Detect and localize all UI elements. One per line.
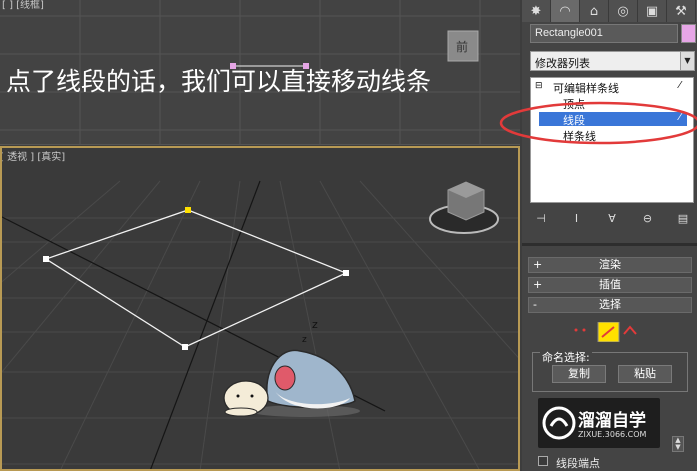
object-color-swatch[interactable]: [681, 24, 696, 43]
perspective-vertex[interactable]: [182, 344, 188, 350]
svg-text:z: z: [302, 335, 307, 345]
modifier-stack: ⊟ 可编辑样条线 ⁄ 顶点 线段 ⁄ 样条线: [530, 77, 694, 203]
selected-rectangle-segments[interactable]: [44, 209, 348, 348]
object-name-field[interactable]: Rectangle001: [530, 24, 678, 43]
rollout-rendering[interactable]: + 渲染: [528, 257, 692, 273]
stack-root-editable-spline[interactable]: 可编辑样条线: [553, 80, 619, 96]
chevron-down-icon[interactable]: ▼: [680, 51, 695, 71]
watermark-logo: 溜溜自学 ZIXUE.3066.COM: [538, 398, 660, 448]
spinner-arrows-icon[interactable]: ▲ ▼: [672, 436, 684, 452]
perspective-grid: z z: [0, 180, 520, 471]
pin-icon[interactable]: ⁄: [679, 112, 681, 123]
perspective-viewport-label[interactable]: [ 透视 ] [真实]: [0, 148, 65, 163]
rollout-interpolation-label: 插值: [599, 278, 621, 291]
spline-level-icon[interactable]: [623, 325, 637, 335]
perspective-viewport[interactable]: z z [ 透视 ] [真实]: [0, 146, 520, 471]
perspective-vertex[interactable]: [43, 256, 49, 262]
perspective-vertex[interactable]: [343, 270, 349, 276]
collapse-icon[interactable]: ⊟: [535, 81, 543, 91]
configure-modifier-sets-icon[interactable]: ▤: [672, 210, 694, 228]
panel-divider: [522, 243, 697, 246]
create-icon[interactable]: ✸: [522, 0, 551, 22]
perspective-vertex-first[interactable]: [185, 207, 191, 213]
subobject-level-buttons: [570, 322, 650, 342]
logo-mark-icon: [542, 406, 576, 440]
expand-icon: +: [533, 258, 543, 271]
stack-selection-highlight: [539, 112, 687, 126]
expand-icon: +: [533, 278, 543, 291]
named-selection-title: 命名选择:: [540, 349, 592, 365]
display-icon[interactable]: ▣: [638, 0, 667, 22]
rollout-rendering-label: 渲染: [599, 258, 621, 271]
stack-toolbar: ⊣ Ⅰ ∀ ⊖ ▤: [530, 210, 694, 230]
watermark-name: 溜溜自学: [578, 411, 646, 431]
viewcube-face-label: 前: [456, 40, 469, 54]
command-panel-tabs: ✸ ◠ ⌂ ◎ ▣ ⚒: [522, 0, 697, 22]
rollout-interpolation[interactable]: + 插值: [528, 277, 692, 293]
pin-stack-icon[interactable]: ⊣: [530, 210, 552, 228]
modifier-list-dropdown[interactable]: 修改器列表: [530, 51, 682, 71]
top-viewport-label[interactable]: [ ] [线框]: [2, 0, 44, 11]
utilities-icon[interactable]: ⚒: [667, 0, 696, 22]
hierarchy-icon[interactable]: ⌂: [580, 0, 609, 22]
make-unique-icon[interactable]: ∀: [601, 210, 623, 228]
stack-item-vertex[interactable]: 顶点: [563, 96, 585, 112]
copy-selection-button[interactable]: 复制: [552, 365, 606, 383]
stack-item-segment[interactable]: 线段: [563, 112, 585, 128]
show-end-result-icon[interactable]: Ⅰ: [566, 210, 588, 228]
svg-text:z: z: [312, 318, 318, 331]
perspective-viewcube[interactable]: [429, 181, 499, 234]
watermark-url: ZIXUE.3066.COM: [578, 430, 647, 439]
rollout-selection[interactable]: - 选择: [528, 297, 692, 313]
segment-endpoints-label: 线段端点: [556, 457, 600, 470]
seal-sticker: [223, 380, 269, 417]
pin-icon[interactable]: ⁄: [679, 80, 681, 91]
collapse-icon: -: [533, 298, 537, 311]
remove-modifier-icon[interactable]: ⊖: [637, 210, 659, 228]
modify-icon[interactable]: ◠: [551, 0, 580, 22]
segment-level-icon[interactable]: [597, 322, 620, 342]
rollout-selection-label: 选择: [599, 298, 621, 311]
paste-selection-button[interactable]: 粘贴: [618, 365, 672, 383]
stack-item-spline[interactable]: 样条线: [563, 128, 596, 144]
subtitle-caption: 点了线段的话，我们可以直接移动线条: [6, 67, 432, 96]
segment-endpoints-checkbox[interactable]: [538, 456, 548, 466]
vertex-level-icon[interactable]: [574, 328, 586, 332]
motion-icon[interactable]: ◎: [609, 0, 638, 22]
